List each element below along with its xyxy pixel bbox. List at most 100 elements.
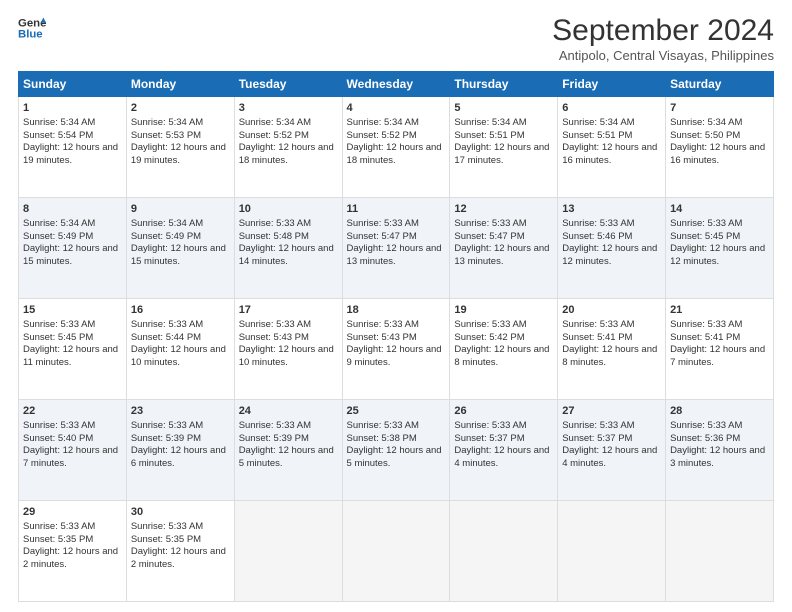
daylight: Daylight: 12 hours and 2 minutes. [23,546,118,570]
day-number: 25 [347,404,446,419]
daylight: Daylight: 12 hours and 12 minutes. [670,243,765,267]
table-row: 2Sunrise: 5:34 AM Sunset: 5:53 PMDaylight… [126,97,234,198]
daylight: Daylight: 12 hours and 14 minutes. [239,243,334,267]
col-monday: Monday [126,72,234,97]
day-number: 17 [239,303,338,318]
sunrise: Sunrise: 5:33 AM [23,420,95,431]
daylight: Daylight: 12 hours and 7 minutes. [670,344,765,368]
day-number: 10 [239,202,338,217]
day-number: 22 [23,404,122,419]
day-number: 11 [347,202,446,217]
table-row: 22Sunrise: 5:33 AM Sunset: 5:40 PMDayligh… [19,400,127,501]
sunrise: Sunrise: 5:34 AM [239,117,311,128]
logo: General Blue [18,14,46,42]
calendar-week-row: 15Sunrise: 5:33 AMSunset: 5:45 PMDayligh… [19,299,774,400]
sunrise: Sunrise: 5:33 AM [454,319,526,330]
sunset: Sunset: 5:43 PM [347,332,417,343]
table-row: 13Sunrise: 5:33 AMSunset: 5:46 PMDayligh… [558,198,666,299]
calendar-table: Sunday Monday Tuesday Wednesday Thursday… [18,71,774,602]
table-row: 25Sunrise: 5:33 AMSunset: 5:38 PMDayligh… [342,400,450,501]
table-row: 4Sunrise: 5:34 AMSunset: 5:52 PMDaylight… [342,97,450,198]
day-number: 12 [454,202,553,217]
table-row: 29Sunrise: 5:33 AMSunset: 5:35 PMDayligh… [19,501,127,602]
sunrise: Sunrise: 5:33 AM [670,420,742,431]
table-row: 23Sunrise: 5:33 AMSunset: 5:39 PMDayligh… [126,400,234,501]
sunset: Sunset: 5:48 PM [239,231,309,242]
sunset: Sunset: 5:39 PM [239,433,309,444]
table-row: 5Sunrise: 5:34 AMSunset: 5:51 PMDaylight… [450,97,558,198]
sunset: Sunset: 5:51 PM [562,130,632,141]
daylight: Daylight: 12 hours and 2 minutes. [131,546,226,570]
day-number: 8 [23,202,122,217]
table-row: 9Sunrise: 5:34 AMSunset: 5:49 PMDaylight… [126,198,234,299]
daylight: Daylight: 12 hours and 7 minutes. [23,445,118,469]
sunrise: Sunrise: 5:33 AM [239,218,311,229]
header: General Blue September 2024 Antipolo, Ce… [18,14,774,63]
sunset: Sunset: 5:43 PM [239,332,309,343]
sunrise: Sunrise: 5:33 AM [562,319,634,330]
sunrise: Sunrise: 5:34 AM [131,117,203,128]
day-number: 20 [562,303,661,318]
table-row [342,501,450,602]
col-tuesday: Tuesday [234,72,342,97]
sunrise: Sunrise: 5:33 AM [23,521,95,532]
daylight: Daylight: 12 hours and 15 minutes. [23,243,118,267]
day-number: 9 [131,202,230,217]
daylight: Daylight: 12 hours and 8 minutes. [454,344,549,368]
sunset: Sunset: 5:49 PM [23,231,93,242]
day-number: 19 [454,303,553,318]
calendar-week-row: 22Sunrise: 5:33 AMSunset: 5:40 PMDayligh… [19,400,774,501]
table-row: 15Sunrise: 5:33 AMSunset: 5:45 PMDayligh… [19,299,127,400]
calendar-week-row: 29Sunrise: 5:33 AMSunset: 5:35 PMDayligh… [19,501,774,602]
daylight: Daylight: 12 hours and 3 minutes. [670,445,765,469]
table-row: 3Sunrise: 5:34 AMSunset: 5:52 PMDaylight… [234,97,342,198]
sunset: Sunset: 5:50 PM [670,130,740,141]
table-row: 7Sunrise: 5:34 AMSunset: 5:50 PMDaylight… [666,97,774,198]
sunrise: Sunrise: 5:34 AM [562,117,634,128]
sunset: Sunset: 5:36 PM [670,433,740,444]
daylight: Daylight: 12 hours and 19 minutes. [23,142,118,166]
sunset: Sunset: 5:45 PM [670,231,740,242]
daylight: Daylight: 12 hours and 11 minutes. [23,344,118,368]
sunrise: Sunrise: 5:33 AM [670,218,742,229]
daylight: Daylight: 12 hours and 15 minutes. [131,243,226,267]
month-title: September 2024 [552,14,774,48]
day-number: 7 [670,101,769,116]
daylight: Daylight: 12 hours and 6 minutes. [131,445,226,469]
daylight: Daylight: 12 hours and 5 minutes. [239,445,334,469]
sunset: Sunset: 5:53 PM [131,130,201,141]
daylight: Daylight: 12 hours and 19 minutes. [131,142,226,166]
daylight: Daylight: 12 hours and 18 minutes. [347,142,442,166]
day-number: 23 [131,404,230,419]
sunrise: Sunrise: 5:33 AM [454,218,526,229]
table-row: 18Sunrise: 5:33 AMSunset: 5:43 PMDayligh… [342,299,450,400]
day-number: 15 [23,303,122,318]
sunrise: Sunrise: 5:34 AM [23,117,95,128]
day-number: 30 [131,505,230,520]
daylight: Daylight: 12 hours and 10 minutes. [131,344,226,368]
sunrise: Sunrise: 5:33 AM [239,420,311,431]
table-row [666,501,774,602]
sunset: Sunset: 5:52 PM [239,130,309,141]
daylight: Daylight: 12 hours and 10 minutes. [239,344,334,368]
daylight: Daylight: 12 hours and 18 minutes. [239,142,334,166]
sunset: Sunset: 5:40 PM [23,433,93,444]
day-number: 1 [23,101,122,116]
col-saturday: Saturday [666,72,774,97]
sunset: Sunset: 5:39 PM [131,433,201,444]
day-number: 14 [670,202,769,217]
table-row: 6Sunrise: 5:34 AMSunset: 5:51 PMDaylight… [558,97,666,198]
table-row: 17Sunrise: 5:33 AMSunset: 5:43 PMDayligh… [234,299,342,400]
col-wednesday: Wednesday [342,72,450,97]
table-row: 19Sunrise: 5:33 AMSunset: 5:42 PMDayligh… [450,299,558,400]
sunset: Sunset: 5:41 PM [562,332,632,343]
daylight: Daylight: 12 hours and 4 minutes. [454,445,549,469]
sunrise: Sunrise: 5:33 AM [562,218,634,229]
day-number: 2 [131,101,230,116]
sunset: Sunset: 5:47 PM [454,231,524,242]
day-number: 26 [454,404,553,419]
day-number: 27 [562,404,661,419]
logo-icon: General Blue [18,14,46,42]
calendar-week-row: 1Sunrise: 5:34 AMSunset: 5:54 PMDaylight… [19,97,774,198]
svg-text:General: General [18,17,46,29]
